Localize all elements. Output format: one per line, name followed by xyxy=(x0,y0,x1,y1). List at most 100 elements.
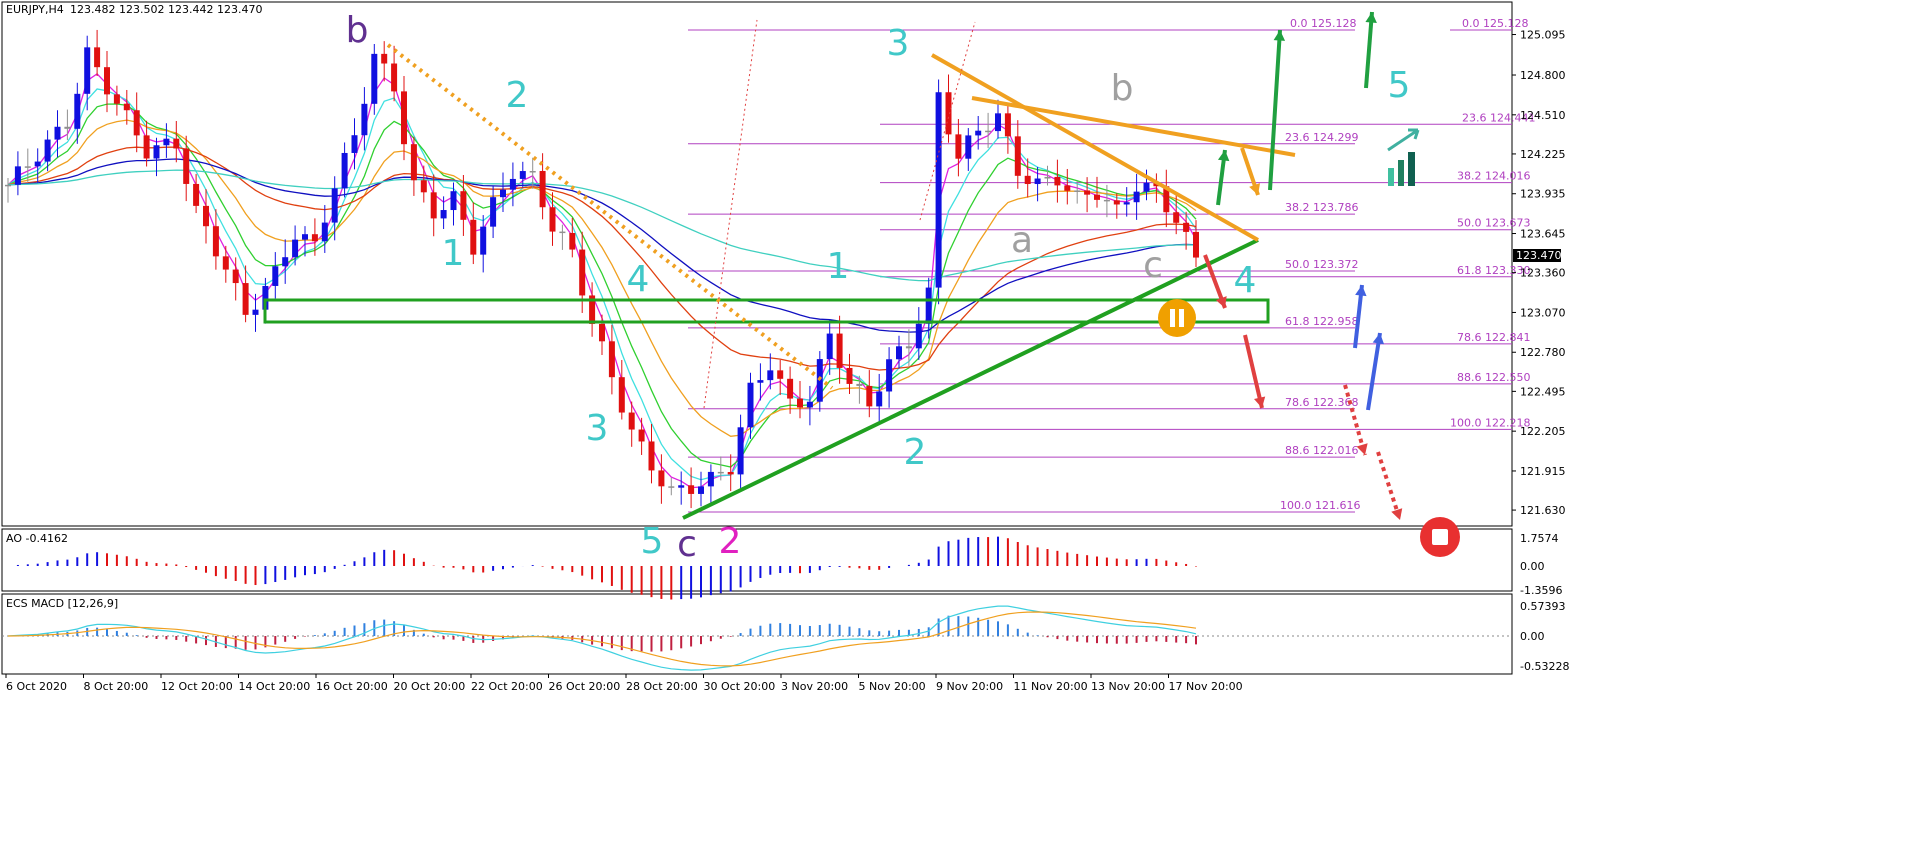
candle-body xyxy=(549,207,556,232)
candle-body xyxy=(658,470,665,487)
candle-body xyxy=(123,103,130,111)
candle-body xyxy=(579,249,586,296)
candle-body xyxy=(707,471,714,487)
candle-body xyxy=(856,383,863,386)
fib-level-label: 38.2 123.786 xyxy=(1285,201,1358,214)
candle-body xyxy=(1084,190,1091,195)
wave-label: 2 xyxy=(904,432,927,473)
macd-tick-label: 0.00 xyxy=(1520,630,1545,643)
ao-tick-label: 1.7574 xyxy=(1520,532,1559,545)
candle-body xyxy=(500,189,506,198)
wave-label: 3 xyxy=(586,408,609,449)
candle-body xyxy=(599,323,605,342)
candle-body xyxy=(1123,202,1130,205)
candle-body xyxy=(925,287,932,324)
candle-body xyxy=(272,266,279,286)
candle-body xyxy=(955,134,962,159)
candle-body xyxy=(876,391,883,407)
candle-body xyxy=(430,192,437,219)
candle-body xyxy=(688,485,695,494)
price-tick-label: 125.095 xyxy=(1520,29,1566,42)
price-axis: 125.095 124.800 124.510 124.225 123.935 123.6… xyxy=(1512,29,1566,517)
candle-body xyxy=(193,183,200,206)
candle-body xyxy=(113,94,120,104)
candle-body xyxy=(44,139,51,162)
candle-body xyxy=(648,441,655,471)
candle-body xyxy=(203,205,209,227)
candle-body xyxy=(212,226,219,257)
candle-body xyxy=(569,232,576,250)
candle-body xyxy=(14,166,21,185)
time-tick-label: 12 Oct 20:00 xyxy=(161,680,233,693)
candle-body xyxy=(24,166,31,168)
time-tick-label: 17 Nov 20:00 xyxy=(1169,680,1243,693)
candle-body xyxy=(460,191,467,220)
candle-body xyxy=(717,471,724,474)
candle-body xyxy=(64,126,71,129)
candle-body xyxy=(1014,136,1021,176)
fib-level-label: 100.0 122.218 xyxy=(1450,416,1530,429)
time-axis: 6 Oct 2020 8 Oct 20:00 12 Oct 20:00 14 Oct … xyxy=(5,674,1243,693)
candle-body xyxy=(618,377,625,413)
time-tick-label: 6 Oct 2020 xyxy=(6,680,67,693)
candle-body xyxy=(351,135,358,153)
symbol-label: EURJPY,H4 xyxy=(6,3,64,16)
candle-body xyxy=(1183,222,1190,232)
candle-body xyxy=(311,234,318,242)
price-tick-label: 122.205 xyxy=(1520,425,1566,438)
time-tick-label: 20 Oct 20:00 xyxy=(394,680,466,693)
candle-body xyxy=(628,412,635,430)
candle-body xyxy=(539,170,546,208)
candle-body xyxy=(757,380,764,383)
candle-body xyxy=(608,341,615,378)
fib-level-label: 0.0 125.128 xyxy=(1290,17,1356,30)
price-tick-label: 124.510 xyxy=(1520,109,1566,122)
price-tick-label: 121.630 xyxy=(1520,504,1566,517)
time-tick-label: 22 Oct 20:00 xyxy=(471,680,543,693)
candle-body xyxy=(183,148,190,184)
candle-body xyxy=(94,47,101,68)
price-tick-label: 121.915 xyxy=(1520,465,1566,478)
candle-body xyxy=(252,309,259,315)
candle-body xyxy=(846,367,853,384)
candle-body xyxy=(222,256,229,270)
time-tick-label: 5 Nov 20:00 xyxy=(859,680,926,693)
candle-body xyxy=(1044,176,1051,179)
candle-body xyxy=(727,472,734,475)
candle-body xyxy=(945,92,952,135)
candle-body xyxy=(321,222,328,242)
candle-body xyxy=(490,197,497,227)
fib-level-label: 88.6 122.550 xyxy=(1457,371,1530,384)
wave-label: 2 xyxy=(506,75,529,116)
candle-body xyxy=(995,113,1001,132)
candle-body xyxy=(420,180,427,193)
candle-body xyxy=(410,144,417,181)
candle-body xyxy=(1103,199,1110,202)
candle-body xyxy=(797,398,803,408)
ao-frame xyxy=(1,528,1513,592)
candle-body xyxy=(143,135,150,159)
candle-body xyxy=(1034,178,1041,185)
candle-body xyxy=(1054,176,1061,186)
wave-label: 4 xyxy=(627,259,650,300)
time-tick-label: 9 Nov 20:00 xyxy=(936,680,1003,693)
candle-body xyxy=(371,53,378,104)
wave-label: c xyxy=(1143,245,1163,286)
candle-body xyxy=(896,346,902,360)
eurjpy-chart: 0.0 125.128 0.0 125.12823.6 124.44123.6 1… xyxy=(1,1,1569,693)
wave-label: 1 xyxy=(827,246,850,287)
wave-label: 5 xyxy=(641,521,664,562)
candle-body xyxy=(401,91,407,145)
candle-body xyxy=(232,269,239,284)
time-tick-label: 8 Oct 20:00 xyxy=(84,680,149,693)
current-price-value: 123.470 xyxy=(1516,249,1562,262)
candle-body xyxy=(668,486,675,488)
wave-label: b xyxy=(1111,68,1134,109)
candle-body xyxy=(391,63,398,92)
candle-body xyxy=(302,234,308,240)
time-tick-label: 26 Oct 20:00 xyxy=(549,680,621,693)
fib-level-label: 0.0 125.128 xyxy=(1462,17,1528,30)
candle-body xyxy=(1193,231,1199,258)
candle-body xyxy=(133,110,140,136)
price-tick-label: 123.360 xyxy=(1520,267,1566,280)
